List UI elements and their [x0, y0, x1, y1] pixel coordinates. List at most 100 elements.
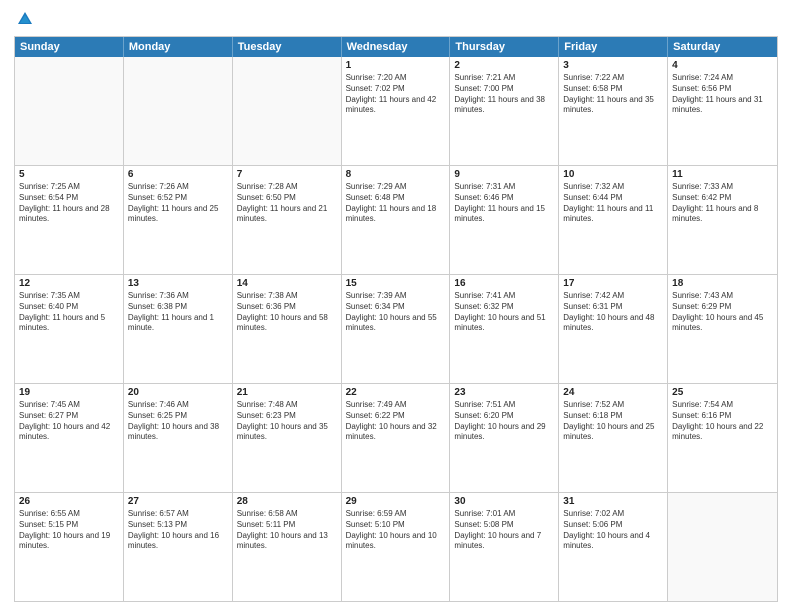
table-row: 1 Sunrise: 7:20 AMSunset: 7:02 PMDaylight… [342, 57, 451, 165]
cell-info: Sunrise: 7:52 AMSunset: 6:18 PMDaylight:… [563, 400, 663, 443]
header-sunday: Sunday [15, 37, 124, 57]
table-row: 19 Sunrise: 7:45 AMSunset: 6:27 PMDayligh… [15, 384, 124, 492]
cell-info: Sunrise: 7:29 AMSunset: 6:48 PMDaylight:… [346, 182, 446, 225]
day-number: 28 [237, 496, 337, 507]
cell-info: Sunrise: 7:28 AMSunset: 6:50 PMDaylight:… [237, 182, 337, 225]
table-row: 10 Sunrise: 7:32 AMSunset: 6:44 PMDayligh… [559, 166, 668, 274]
calendar-row: 19 Sunrise: 7:45 AMSunset: 6:27 PMDayligh… [15, 384, 777, 493]
table-row: 3Sunrise: 7:22 AMSunset: 6:58 PMDaylight… [559, 57, 668, 165]
cell-info: Sunrise: 6:55 AMSunset: 5:15 PMDaylight:… [19, 509, 119, 552]
cell-info: Sunrise: 7:43 AMSunset: 6:29 PMDaylight:… [672, 291, 773, 334]
day-number: 31 [563, 496, 663, 507]
header-friday: Friday [559, 37, 668, 57]
cell-info: Sunrise: 6:58 AMSunset: 5:11 PMDaylight:… [237, 509, 337, 552]
table-row: 11 Sunrise: 7:33 AMSunset: 6:42 PMDayligh… [668, 166, 777, 274]
logo-icon [16, 10, 34, 28]
cell-info: Sunrise: 7:25 AMSunset: 6:54 PMDaylight:… [19, 182, 119, 225]
table-row: 27 Sunrise: 6:57 AMSunset: 5:13 PMDayligh… [124, 493, 233, 601]
day-number: 8 [346, 169, 446, 180]
cell-info: Sunrise: 7:38 AMSunset: 6:36 PMDaylight:… [237, 291, 337, 334]
day-number: 2 [454, 60, 554, 71]
table-row [668, 493, 777, 601]
header-thursday: Thursday [450, 37, 559, 57]
header [14, 10, 778, 28]
day-number: 20 [128, 387, 228, 398]
table-row: 9 Sunrise: 7:31 AMSunset: 6:46 PMDaylight… [450, 166, 559, 274]
table-row: 5 Sunrise: 7:25 AMSunset: 6:54 PMDaylight… [15, 166, 124, 274]
cell-info: Sunrise: 7:54 AMSunset: 6:16 PMDaylight:… [672, 400, 773, 443]
day-number: 11 [672, 169, 773, 180]
day-number: 27 [128, 496, 228, 507]
day-number: 22 [346, 387, 446, 398]
table-row: 20 Sunrise: 7:46 AMSunset: 6:25 PMDayligh… [124, 384, 233, 492]
cell-info: Sunrise: 7:35 AMSunset: 6:40 PMDaylight:… [19, 291, 119, 334]
cell-info: Sunrise: 7:49 AMSunset: 6:22 PMDaylight:… [346, 400, 446, 443]
table-row: 29Sunrise: 6:59 AMSunset: 5:10 PMDayligh… [342, 493, 451, 601]
table-row: 24 Sunrise: 7:52 AMSunset: 6:18 PMDayligh… [559, 384, 668, 492]
cell-info: Sunrise: 7:24 AMSunset: 6:56 PMDaylight:… [672, 73, 773, 116]
day-number: 17 [563, 278, 663, 289]
table-row: 21Sunrise: 7:48 AMSunset: 6:23 PMDayligh… [233, 384, 342, 492]
cell-info: Sunrise: 7:01 AMSunset: 5:08 PMDaylight:… [454, 509, 554, 552]
day-number: 10 [563, 169, 663, 180]
cell-info: Sunrise: 7:33 AMSunset: 6:42 PMDaylight:… [672, 182, 773, 225]
day-number: 7 [237, 169, 337, 180]
page: Sunday Monday Tuesday Wednesday Thursday… [0, 0, 792, 612]
day-number: 29 [346, 496, 446, 507]
day-number: 1 [346, 60, 446, 71]
header-saturday: Saturday [668, 37, 777, 57]
cell-info: Sunrise: 7:32 AMSunset: 6:44 PMDaylight:… [563, 182, 663, 225]
table-row: 4 Sunrise: 7:24 AMSunset: 6:56 PMDaylight… [668, 57, 777, 165]
calendar-body: 1 Sunrise: 7:20 AMSunset: 7:02 PMDaylight… [15, 57, 777, 601]
day-number: 12 [19, 278, 119, 289]
calendar: Sunday Monday Tuesday Wednesday Thursday… [14, 36, 778, 602]
table-row: 17 Sunrise: 7:42 AMSunset: 6:31 PMDayligh… [559, 275, 668, 383]
cell-info: Sunrise: 7:42 AMSunset: 6:31 PMDaylight:… [563, 291, 663, 334]
day-number: 6 [128, 169, 228, 180]
table-row: 2 Sunrise: 7:21 AMSunset: 7:00 PMDaylight… [450, 57, 559, 165]
day-number: 14 [237, 278, 337, 289]
cell-info: Sunrise: 7:39 AMSunset: 6:34 PMDaylight:… [346, 291, 446, 334]
day-number: 25 [672, 387, 773, 398]
table-row: 31 Sunrise: 7:02 AMSunset: 5:06 PMDayligh… [559, 493, 668, 601]
cell-info: Sunrise: 6:57 AMSunset: 5:13 PMDaylight:… [128, 509, 228, 552]
table-row: 8 Sunrise: 7:29 AMSunset: 6:48 PMDaylight… [342, 166, 451, 274]
cell-info: Sunrise: 7:02 AMSunset: 5:06 PMDaylight:… [563, 509, 663, 552]
cell-info: Sunrise: 7:41 AMSunset: 6:32 PMDaylight:… [454, 291, 554, 334]
table-row: 25 Sunrise: 7:54 AMSunset: 6:16 PMDayligh… [668, 384, 777, 492]
table-row: 14 Sunrise: 7:38 AMSunset: 6:36 PMDayligh… [233, 275, 342, 383]
cell-info: Sunrise: 7:22 AMSunset: 6:58 PMDaylight:… [563, 73, 663, 116]
table-row: 28 Sunrise: 6:58 AMSunset: 5:11 PMDayligh… [233, 493, 342, 601]
table-row: 26Sunrise: 6:55 AMSunset: 5:15 PMDayligh… [15, 493, 124, 601]
cell-info: Sunrise: 7:36 AMSunset: 6:38 PMDaylight:… [128, 291, 228, 334]
table-row: 13Sunrise: 7:36 AMSunset: 6:38 PMDayligh… [124, 275, 233, 383]
table-row: 23 Sunrise: 7:51 AMSunset: 6:20 PMDayligh… [450, 384, 559, 492]
calendar-row: 5 Sunrise: 7:25 AMSunset: 6:54 PMDaylight… [15, 166, 777, 275]
day-number: 30 [454, 496, 554, 507]
day-number: 5 [19, 169, 119, 180]
day-number: 24 [563, 387, 663, 398]
cell-info: Sunrise: 7:46 AMSunset: 6:25 PMDaylight:… [128, 400, 228, 443]
header-monday: Monday [124, 37, 233, 57]
cell-info: Sunrise: 7:26 AMSunset: 6:52 PMDaylight:… [128, 182, 228, 225]
day-number: 19 [19, 387, 119, 398]
cell-info: Sunrise: 7:51 AMSunset: 6:20 PMDaylight:… [454, 400, 554, 443]
cell-info: Sunrise: 7:45 AMSunset: 6:27 PMDaylight:… [19, 400, 119, 443]
table-row: 6 Sunrise: 7:26 AMSunset: 6:52 PMDaylight… [124, 166, 233, 274]
table-row: 7 Sunrise: 7:28 AMSunset: 6:50 PMDaylight… [233, 166, 342, 274]
calendar-header: Sunday Monday Tuesday Wednesday Thursday… [15, 37, 777, 57]
day-number: 18 [672, 278, 773, 289]
day-number: 4 [672, 60, 773, 71]
calendar-row: 1 Sunrise: 7:20 AMSunset: 7:02 PMDaylight… [15, 57, 777, 166]
header-wednesday: Wednesday [342, 37, 451, 57]
table-row: 16Sunrise: 7:41 AMSunset: 6:32 PMDayligh… [450, 275, 559, 383]
day-number: 9 [454, 169, 554, 180]
day-number: 23 [454, 387, 554, 398]
logo [14, 10, 34, 28]
header-tuesday: Tuesday [233, 37, 342, 57]
cell-info: Sunrise: 7:31 AMSunset: 6:46 PMDaylight:… [454, 182, 554, 225]
cell-info: Sunrise: 7:21 AMSunset: 7:00 PMDaylight:… [454, 73, 554, 116]
table-row: 12 Sunrise: 7:35 AMSunset: 6:40 PMDayligh… [15, 275, 124, 383]
calendar-row: 26Sunrise: 6:55 AMSunset: 5:15 PMDayligh… [15, 493, 777, 601]
cell-info: Sunrise: 7:20 AMSunset: 7:02 PMDaylight:… [346, 73, 446, 116]
